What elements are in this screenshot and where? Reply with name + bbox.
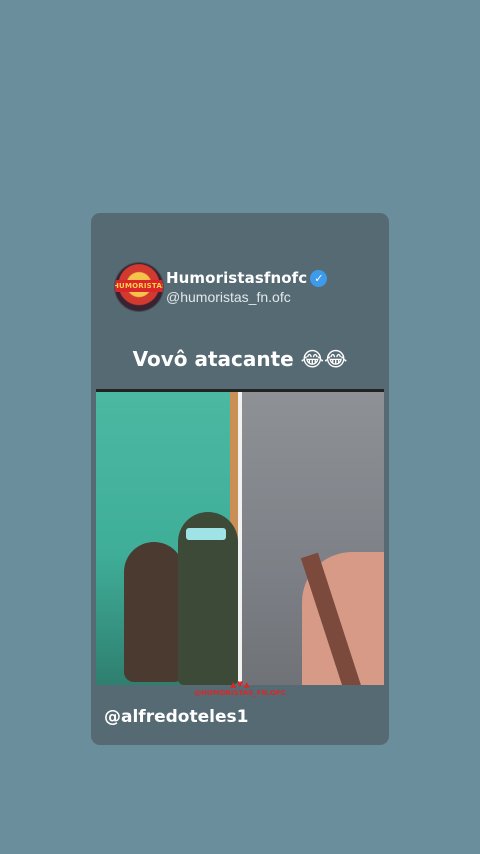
story-post-card[interactable]: HUMORISTAS Humoristasfnofc ✓ @humoristas… (91, 213, 389, 745)
video-right-panel (242, 392, 384, 685)
credit-handle[interactable]: @alfredoteles1 (104, 707, 248, 727)
video-frame[interactable] (96, 389, 384, 685)
sunglasses (186, 528, 226, 540)
watermark-text: @HUMORISTAS_FN.OFC (194, 689, 286, 697)
avatar-logo-text: HUMORISTAS (115, 280, 163, 292)
account-name-row: Humoristasfnofc ✓ (166, 269, 328, 287)
account-avatar[interactable]: HUMORISTAS (115, 263, 163, 311)
watermark: ▲♥▲ @HUMORISTAS_FN.OFC (91, 681, 389, 698)
account-name[interactable]: Humoristasfnofc (166, 269, 307, 287)
account-handle[interactable]: @humoristas_fn.ofc (166, 289, 291, 305)
video-left-panel (96, 392, 238, 685)
post-caption: Vovô atacante 😂😂 (132, 347, 348, 371)
watermark-icons: ▲♥▲ (230, 680, 250, 689)
verified-badge-icon: ✓ (310, 269, 328, 287)
person-laughing (124, 542, 184, 682)
post-header: HUMORISTAS Humoristasfnofc ✓ @humoristas… (115, 263, 375, 315)
